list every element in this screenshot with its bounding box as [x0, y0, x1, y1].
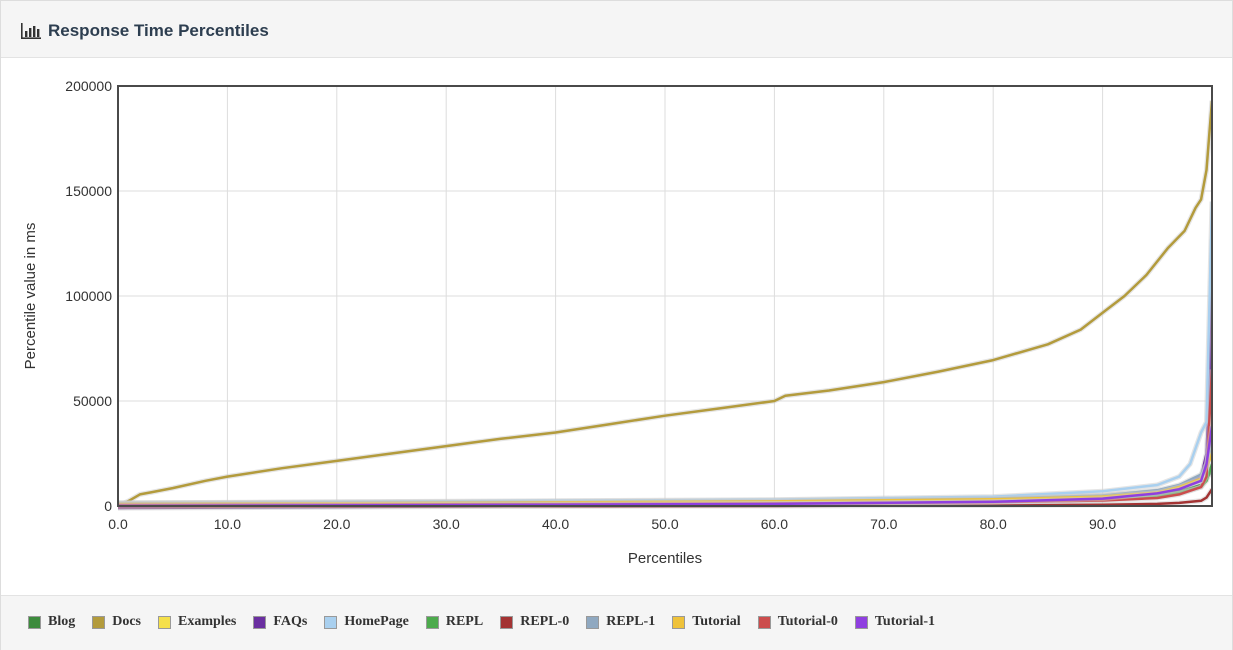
x-tick-label: 90.0 [1089, 516, 1116, 532]
legend-label: REPL-1 [606, 614, 656, 629]
x-tick-label: 50.0 [651, 516, 678, 532]
bar-chart-icon [21, 23, 41, 39]
y-axis-title: Percentile value in ms [22, 223, 39, 370]
legend-label: REPL [445, 614, 484, 629]
chart-panel: Response Time Percentiles 0.0 10.0 20.0 30.… [0, 0, 1233, 650]
legend-item-faqs[interactable]: FAQs [253, 614, 307, 630]
percentile-chart: 0.0 10.0 20.0 30.0 40.0 50.0 60.0 70.0 80.0 90.0 0… [22, 78, 1213, 567]
legend-swatch [92, 615, 106, 629]
legend-label: Blog [48, 614, 76, 629]
legend-swatch [757, 615, 771, 629]
legend-item-repl[interactable]: REPL [425, 614, 484, 630]
y-tick-label: 150000 [65, 183, 112, 199]
x-tick-label: 70.0 [870, 516, 897, 532]
x-tick-label: 60.0 [761, 516, 788, 532]
legend-swatch [253, 615, 267, 629]
legend-item-homepage[interactable]: HomePage [324, 614, 409, 630]
legend-swatch [672, 615, 686, 629]
legend-item-blog[interactable]: Blog [28, 614, 75, 630]
x-tick-label: 20.0 [323, 516, 350, 532]
chart-area: 0.0 10.0 20.0 30.0 40.0 50.0 60.0 70.0 80.0 90.0 0… [1, 58, 1232, 594]
legend-swatch [425, 615, 439, 629]
y-tick-label: 50000 [73, 393, 112, 409]
legend-swatch [158, 615, 172, 629]
panel-title: Response Time Percentiles [48, 21, 269, 40]
legend-label: Tutorial-0 [777, 614, 838, 629]
y-tick-label: 100000 [65, 288, 112, 304]
x-tick-label: 80.0 [980, 516, 1007, 532]
legend-swatch [28, 615, 41, 629]
x-tick-label: 30.0 [433, 516, 460, 532]
legend-swatch [500, 615, 514, 629]
x-tick-label: 40.0 [542, 516, 569, 532]
legend-label: FAQs [273, 614, 308, 629]
legend-swatch [854, 615, 868, 629]
x-axis-title: Percentiles [628, 550, 702, 567]
legend-item-tutorial-1[interactable]: Tutorial-1 [854, 614, 936, 630]
legend-label: Tutorial-1 [874, 614, 936, 629]
legend-item-repl-0[interactable]: REPL-0 [500, 614, 569, 630]
legend-label: REPL-0 [520, 614, 570, 629]
legend-label: HomePage [344, 614, 409, 629]
panel-header: Response Time Percentiles [1, 1, 1232, 58]
legend-item-examples[interactable]: Examples [158, 614, 236, 630]
legend-item-docs[interactable]: Docs [92, 614, 141, 630]
legend-swatch [586, 615, 600, 629]
x-tick-label: 10.0 [214, 516, 241, 532]
legend-bar: Blog Docs Examples FAQs HomePage REPL REPL-0 RE… [1, 595, 1232, 650]
legend-label: Docs [112, 614, 142, 629]
x-tick-label: 0.0 [108, 516, 128, 532]
y-tick-label: 0 [104, 498, 112, 514]
legend-item-tutorial[interactable]: Tutorial [672, 614, 741, 630]
legend-swatch [324, 615, 338, 629]
legend-label: Tutorial [692, 614, 741, 629]
legend-item-repl-1[interactable]: REPL-1 [586, 614, 655, 630]
legend: Blog Docs Examples FAQs HomePage REPL REPL-0 RE… [28, 614, 952, 630]
y-tick-label: 200000 [65, 78, 112, 94]
legend-label: Examples [178, 614, 237, 629]
legend-item-tutorial-0[interactable]: Tutorial-0 [757, 614, 838, 630]
